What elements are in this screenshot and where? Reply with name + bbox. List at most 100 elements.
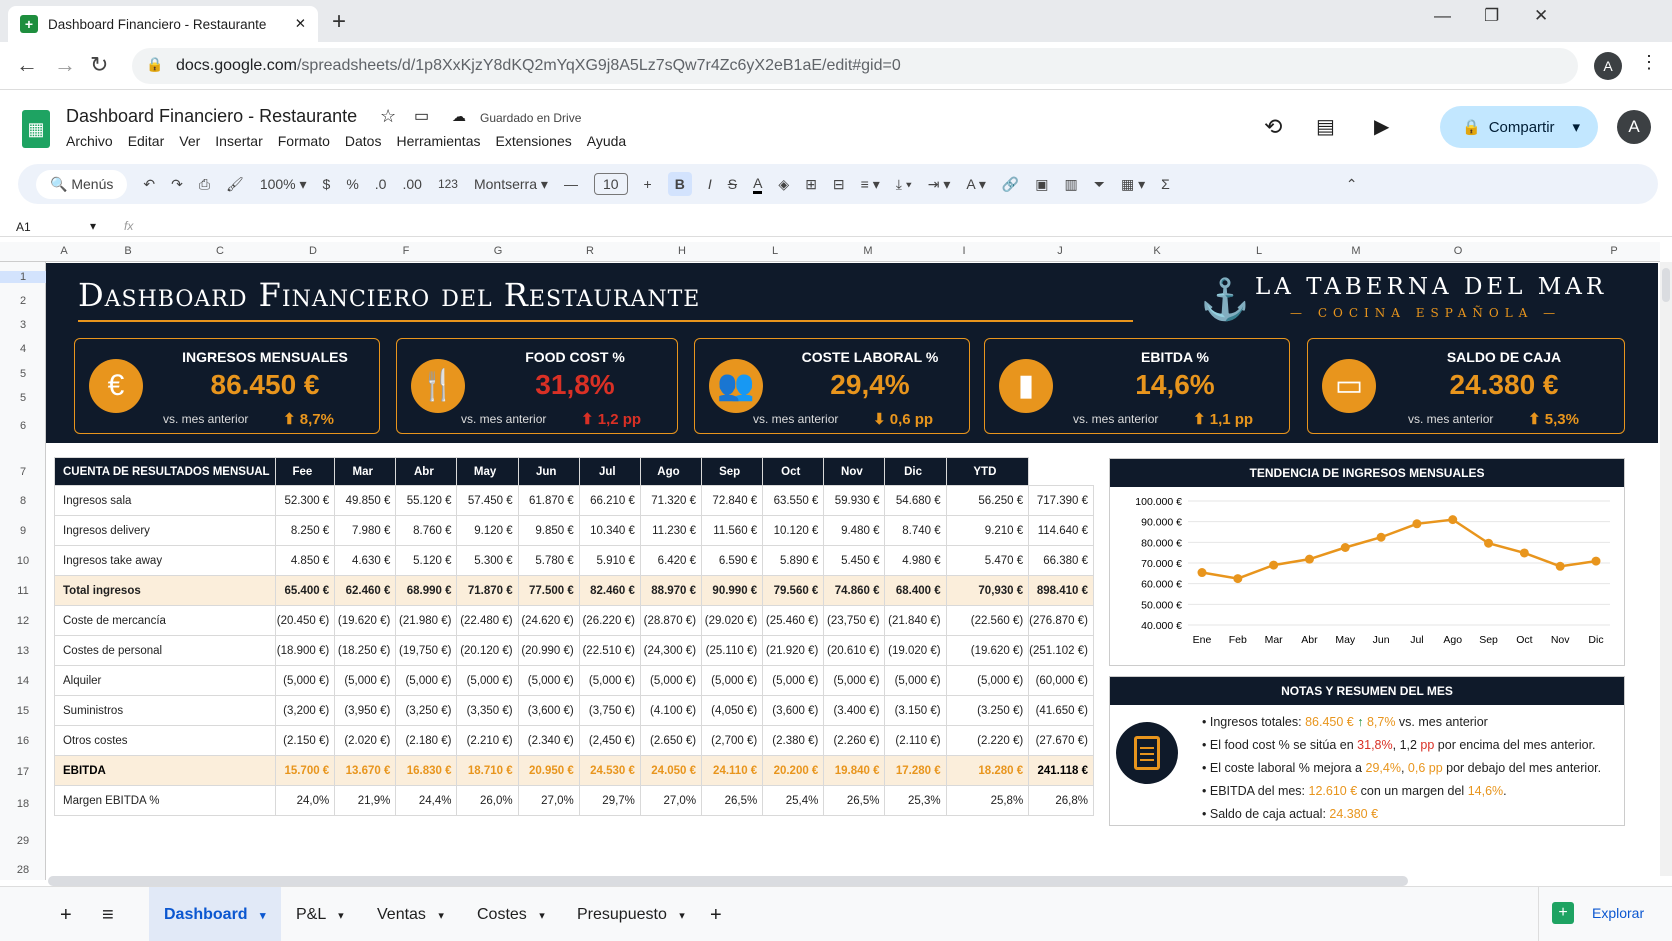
pl-cell[interactable]: (3,950 €)	[334, 695, 397, 726]
menu-archivo[interactable]: Archivo	[66, 133, 113, 149]
pl-cell[interactable]: 5.780 €	[517, 545, 580, 576]
menu-herramientas[interactable]: Herramientas	[396, 133, 480, 149]
pl-cell[interactable]: (21.840 €)	[884, 605, 947, 636]
pl-cell[interactable]: 7.980 €	[334, 515, 397, 546]
pl-cell[interactable]: (5,000 €)	[456, 665, 519, 696]
menu-datos[interactable]: Datos	[345, 133, 382, 149]
pl-cell[interactable]: (3,250 €)	[395, 695, 458, 726]
row-header[interactable]: 11	[0, 585, 46, 597]
row-header[interactable]: 4	[0, 343, 46, 355]
pl-cell[interactable]: (2,700 €)	[701, 725, 764, 756]
pl-cell[interactable]: (19,750 €)	[395, 635, 458, 666]
pl-cell[interactable]: 5.910 €	[578, 545, 641, 576]
pl-cell[interactable]: 62.460 €	[334, 575, 397, 606]
decrease-decimal-button[interactable]: .0	[375, 176, 387, 192]
col-header[interactable]: J	[1014, 245, 1106, 257]
pl-cell[interactable]: (18.250 €)	[334, 635, 397, 666]
pl-cell[interactable]: 26,8%	[1028, 785, 1094, 816]
vertical-align-icon[interactable]: ⤓ ▾	[896, 176, 912, 193]
pl-cell[interactable]: 59.930 €	[823, 485, 886, 516]
pl-cell[interactable]: 5.300 €	[456, 545, 519, 576]
functions-icon[interactable]: Σ	[1161, 176, 1170, 192]
pl-cell[interactable]: 4.850 €	[274, 545, 336, 576]
add-sheet-icon[interactable]: +	[60, 904, 72, 927]
pl-cell[interactable]: (5,000 €)	[823, 665, 886, 696]
pl-cell[interactable]: 61.870 €	[517, 485, 580, 516]
pl-cell[interactable]: 65.400 €	[274, 575, 336, 606]
pl-cell[interactable]: 5.450 €	[823, 545, 886, 576]
pl-cell[interactable]: (24,300 €)	[639, 635, 703, 666]
pl-cell[interactable]: 68.990 €	[395, 575, 458, 606]
reload-icon[interactable]: ↻	[90, 52, 108, 78]
pl-cell[interactable]: 52.300 €	[274, 485, 336, 516]
pl-cell[interactable]: (5,000 €)	[395, 665, 458, 696]
pl-cell[interactable]: 24,4%	[395, 785, 458, 816]
pl-cell[interactable]: (22.560 €)	[945, 605, 1030, 636]
pl-cell[interactable]: 10.120 €	[762, 515, 825, 546]
print-icon[interactable]: ⎙	[199, 176, 210, 193]
paint-format-icon[interactable]: 🖌	[226, 176, 244, 193]
pl-cell[interactable]: 19.840 €	[823, 755, 886, 786]
pl-cell[interactable]: (2.220 €)	[945, 725, 1030, 756]
text-rotate-icon[interactable]: A ▾	[966, 176, 985, 193]
pl-cell[interactable]: 9.120 €	[456, 515, 519, 546]
bold-button[interactable]: B	[667, 172, 692, 196]
pl-cell[interactable]: (20.450 €)	[274, 605, 336, 636]
pl-cell[interactable]: 27,0%	[517, 785, 580, 816]
pl-cell[interactable]: 5.890 €	[762, 545, 825, 576]
pl-cell[interactable]: (22.510 €)	[578, 635, 641, 666]
pl-cell[interactable]: (5,000 €)	[884, 665, 947, 696]
history-icon[interactable]: ⟲	[1264, 114, 1282, 140]
pl-cell[interactable]: 24.530 €	[578, 755, 641, 786]
pl-cell[interactable]: (5,000 €)	[334, 665, 397, 696]
pl-row-label[interactable]: Costes de personal	[54, 635, 276, 666]
back-icon[interactable]: ←	[16, 52, 38, 78]
pl-cell[interactable]: (19.620 €)	[945, 635, 1030, 666]
pl-cell[interactable]: (251.102 €)	[1028, 635, 1094, 666]
move-folder-icon[interactable]: ▭	[414, 106, 429, 126]
pl-cell[interactable]: 16.830 €	[395, 755, 458, 786]
col-header[interactable]: M	[1310, 245, 1402, 257]
currency-button[interactable]: $	[323, 176, 331, 192]
chevron-down-icon[interactable]: ▾	[1573, 118, 1581, 136]
browser-menu-icon[interactable]: ⋮	[1640, 52, 1658, 73]
pl-cell[interactable]: (27.670 €)	[1028, 725, 1094, 756]
pl-cell[interactable]: 24.110 €	[701, 755, 764, 786]
pl-cell[interactable]: (25.110 €)	[701, 635, 764, 666]
font-select[interactable]: Montserra ▾	[474, 176, 548, 193]
link-icon[interactable]: 🔗	[1002, 176, 1019, 193]
pl-cell[interactable]: 8.760 €	[395, 515, 458, 546]
pl-cell[interactable]: 10.340 €	[578, 515, 641, 546]
pl-cell[interactable]: 82.460 €	[578, 575, 641, 606]
pl-cell[interactable]: 72.840 €	[701, 485, 764, 516]
row-header[interactable]: 10	[0, 555, 46, 567]
row-header[interactable]: 13	[0, 645, 46, 657]
col-header[interactable]: M	[822, 245, 914, 257]
name-box[interactable]: A1	[16, 220, 31, 234]
row-header[interactable]: 5	[0, 368, 46, 380]
pl-row-label[interactable]: Alquiler	[54, 665, 276, 696]
pl-row-label[interactable]: Suministros	[54, 695, 276, 726]
pl-cell[interactable]: 27,0%	[639, 785, 703, 816]
pl-cell[interactable]: 26,5%	[701, 785, 764, 816]
forward-icon[interactable]: →	[54, 52, 76, 78]
all-sheets-icon[interactable]: ≡	[102, 904, 114, 927]
pl-cell[interactable]: (5,000 €)	[701, 665, 764, 696]
pl-cell[interactable]: (3,600 €)	[517, 695, 580, 726]
pl-cell[interactable]: (60,000 €)	[1028, 665, 1094, 696]
pl-cell[interactable]: 54.680 €	[884, 485, 947, 516]
pl-cell[interactable]: 24.050 €	[639, 755, 703, 786]
explore-icon[interactable]: +	[1552, 902, 1574, 924]
pl-cell[interactable]: 66.380 €	[1028, 545, 1094, 576]
pl-cell[interactable]: 68.400 €	[884, 575, 947, 606]
pl-cell[interactable]: (18.900 €)	[274, 635, 336, 666]
col-header[interactable]: A	[46, 245, 82, 257]
sheets-logo-icon[interactable]: ▦	[22, 110, 50, 148]
sheet-tab-pl[interactable]: P&L ▾	[296, 906, 344, 924]
pl-cell[interactable]: 90.990 €	[701, 575, 764, 606]
pl-cell[interactable]: (2.020 €)	[334, 725, 397, 756]
menu-insertar[interactable]: Insertar	[215, 133, 262, 149]
share-button[interactable]: 🔒 Compartir ▾	[1440, 106, 1598, 148]
pl-cell[interactable]: (23,750 €)	[823, 605, 886, 636]
pl-cell[interactable]: (276.870 €)	[1028, 605, 1094, 636]
